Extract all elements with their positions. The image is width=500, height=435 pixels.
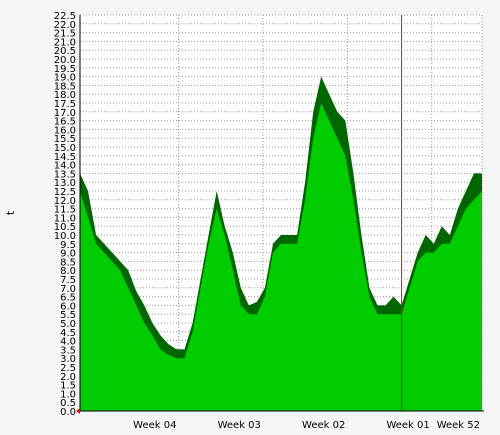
axis-origin-arrow <box>76 408 80 414</box>
x-tick-label: Week 04 <box>133 420 176 431</box>
x-tick-label: Week 52 <box>437 420 480 431</box>
x-tick-label: Week 02 <box>302 420 345 431</box>
x-tick-label: Week 01 <box>386 420 429 431</box>
chart-svg: 0.00.51.01.52.02.53.03.54.04.55.05.56.06… <box>4 11 484 431</box>
chart: 0.0 0.5 1.0 1.5 2.0 2.5 3.0 3.5 4.0 4.5 5.0 5.5 6.0 6… <box>0 0 500 435</box>
y-tick-label: 22.5 <box>54 11 76 22</box>
y-axis-label: t <box>4 210 17 215</box>
x-tick-label: Week 03 <box>218 420 261 431</box>
